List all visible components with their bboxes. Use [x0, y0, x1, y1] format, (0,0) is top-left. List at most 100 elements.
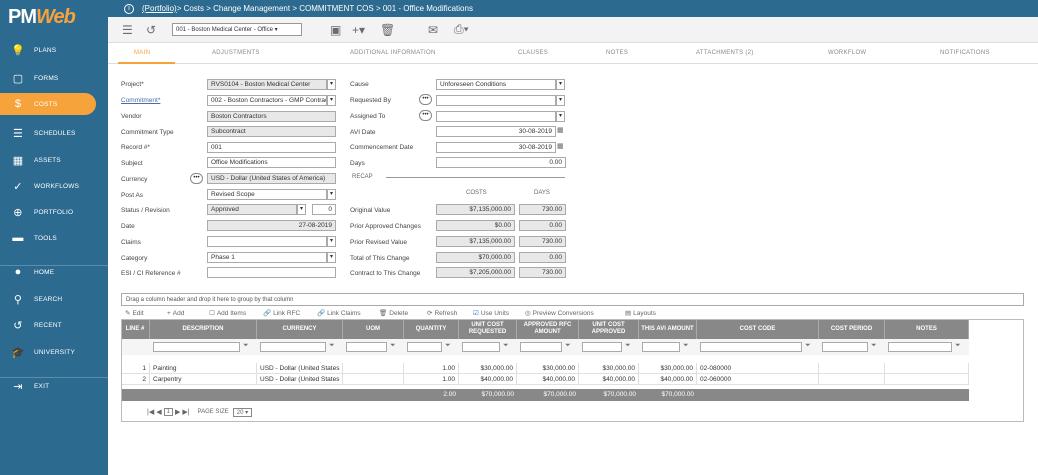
sidebar-item-recent[interactable]: ↺ RECENT	[0, 314, 108, 336]
tab-attachments[interactable]: ATTACHMENTS (2)	[696, 50, 754, 56]
info-icon[interactable]: i	[124, 3, 134, 14]
grid-column-header[interactable]: NOTES	[885, 319, 969, 339]
project-select[interactable]: 001 - Boston Medical Center - Office ▾	[172, 23, 302, 36]
pmweb-logo[interactable]: PMWeb	[0, 0, 108, 42]
grid-column-header[interactable]: APPROVED RFC AMOUNT	[517, 319, 579, 339]
first-page-icon[interactable]: |◀	[147, 408, 154, 416]
days-field[interactable]: 0.00	[436, 157, 566, 168]
sidebar-item-portfolio[interactable]: ⊕ PORTFOLIO	[0, 201, 108, 223]
status-dropdown-icon[interactable]: ▾	[297, 204, 306, 215]
sidebar-item-university[interactable]: 🎓 UNIVERSITY	[0, 341, 108, 363]
grid-filter-input[interactable]	[582, 342, 622, 352]
next-page-icon[interactable]: ▶	[175, 408, 180, 416]
tab-notes[interactable]: NOTES	[606, 50, 628, 56]
grid-filter-input[interactable]	[346, 342, 387, 352]
prev-page-icon[interactable]: ◀	[156, 408, 161, 416]
group-by-drop-zone[interactable]: Drag a column header and drop it here to…	[121, 293, 1024, 306]
add-icon[interactable]: +▾	[352, 22, 365, 37]
filter-icon[interactable]: ⏷	[565, 342, 571, 350]
filter-icon[interactable]: ⏷	[683, 342, 689, 350]
requested-by-lookup-icon[interactable]: •••	[419, 94, 432, 105]
claims-field[interactable]	[207, 236, 327, 247]
record-field[interactable]: 001	[207, 142, 336, 153]
grid-column-header[interactable]: THIS AVI AMOUNT	[639, 319, 697, 339]
grid-column-header[interactable]: COST CODE	[697, 319, 819, 339]
post-as-field[interactable]: Revised Scope	[207, 189, 327, 200]
grid-use-units-button[interactable]: ☑ Use Units	[473, 309, 509, 318]
grid-preview-conversions-button[interactable]: ◎ Preview Conversions	[525, 309, 594, 318]
last-page-icon[interactable]: ▶|	[182, 408, 189, 416]
tab-notifications[interactable]: NOTIFICATIONS	[940, 50, 990, 56]
grid-filter-input[interactable]	[260, 342, 326, 352]
delete-icon[interactable]: 🗑	[380, 22, 395, 37]
cause-dropdown-icon[interactable]: ▾	[556, 79, 565, 90]
grid-delete-button[interactable]: 🗑 Delete	[379, 309, 408, 318]
tab-workflow[interactable]: WORKFLOW	[828, 50, 866, 56]
commitment-field[interactable]: 002 - Boston Contractors - GMP Contract	[207, 95, 327, 106]
table-row[interactable]: 2 Carpentry USD - Dollar (United States 1.0…	[121, 374, 969, 385]
table-row[interactable]: 1 Painting USD - Dollar (United States 1.00…	[121, 363, 969, 374]
grid-filter-input[interactable]	[407, 342, 442, 352]
avi-date-field[interactable]: 30-08-2019	[436, 126, 556, 137]
sidebar-item-exit[interactable]: ⇥ EXIT	[0, 375, 108, 397]
filter-icon[interactable]: ⏷	[625, 342, 631, 350]
sidebar-item-search[interactable]: ⚲ SEARCH	[0, 288, 108, 310]
assigned-to-dropdown-icon[interactable]: ▾	[556, 111, 565, 122]
tab-main[interactable]: MAIN	[134, 50, 150, 56]
sidebar-item-costs[interactable]: $ COSTS	[0, 93, 96, 115]
save-icon[interactable]: ▣	[330, 22, 341, 37]
project-field[interactable]: RVS0104 - Boston Medical Center	[207, 79, 327, 90]
print-icon[interactable]: ⎙▾	[454, 22, 469, 37]
grid-refresh-button[interactable]: ⟳ Refresh	[427, 309, 457, 318]
grid-column-header[interactable]: QUANTITY	[404, 319, 459, 339]
calendar-icon[interactable]: ▦	[557, 142, 564, 150]
filter-icon[interactable]: ⏷	[805, 342, 811, 350]
filter-icon[interactable]: ⏷	[243, 342, 249, 350]
revision-field[interactable]: 0	[312, 204, 336, 215]
subject-field[interactable]: Office Modifications	[207, 157, 336, 168]
requested-by-field[interactable]	[436, 95, 556, 106]
grid-link-rfc-button[interactable]: 🔗 Link RFC	[263, 309, 300, 318]
claims-dropdown-icon[interactable]: ▾	[327, 236, 336, 247]
grid-column-header[interactable]: UNIT COST APPROVED	[579, 319, 639, 339]
grid-column-header[interactable]: UOM	[343, 319, 404, 339]
filter-icon[interactable]: ⏷	[445, 342, 451, 350]
email-icon[interactable]: ✉	[428, 22, 438, 37]
commencement-date-field[interactable]: 30-08-2019	[436, 142, 556, 153]
sidebar-item-schedules[interactable]: ☰ SCHEDULES	[0, 122, 108, 144]
breadcrumb-portfolio-link[interactable]: (Portfolio)	[142, 4, 177, 13]
assigned-to-lookup-icon[interactable]: •••	[419, 110, 432, 121]
filter-icon[interactable]: ⏷	[955, 342, 961, 350]
tab-clauses[interactable]: CLAUSES	[518, 50, 548, 56]
category-dropdown-icon[interactable]: ▾	[327, 252, 336, 263]
grid-filter-input[interactable]	[462, 342, 500, 352]
filter-icon[interactable]: ⏷	[503, 342, 509, 350]
list-view-icon[interactable]: ☰	[122, 22, 133, 37]
sidebar-item-forms[interactable]: ▢ FORMS	[0, 67, 108, 89]
grid-column-header[interactable]: CURRENCY	[257, 319, 343, 339]
grid-filter-input[interactable]	[642, 342, 680, 352]
history-icon[interactable]: ↺	[146, 22, 156, 37]
filter-icon[interactable]: ⏷	[329, 342, 335, 350]
sidebar-item-workflows[interactable]: ✓ WORKFLOWS	[0, 175, 108, 197]
grid-column-header[interactable]: LINE #	[121, 319, 150, 339]
post-as-dropdown-icon[interactable]: ▾	[327, 189, 336, 200]
project-dropdown-icon[interactable]: ▾	[327, 79, 336, 90]
grid-filter-input[interactable]	[888, 342, 952, 352]
sidebar-item-assets[interactable]: ▦ ASSETS	[0, 149, 108, 171]
commitment-dropdown-icon[interactable]: ▾	[327, 95, 336, 106]
grid-add-items-button[interactable]: ☐ Add Items	[209, 309, 246, 318]
grid-column-header[interactable]: DESCRIPTION	[150, 319, 257, 339]
cause-field[interactable]: Unforeseen Conditions	[436, 79, 556, 90]
tab-additional-information[interactable]: ADDITIONAL INFORMATION	[350, 50, 436, 56]
grid-add-button[interactable]: + Add	[167, 310, 184, 317]
sidebar-item-plans[interactable]: 💡 PLANS	[0, 39, 108, 61]
requested-by-dropdown-icon[interactable]: ▾	[556, 95, 565, 106]
grid-filter-input[interactable]	[520, 342, 562, 352]
page-size-select[interactable]: 20 ▾	[232, 407, 253, 417]
filter-icon[interactable]: ⏷	[390, 342, 396, 350]
grid-layouts-button[interactable]: ▤ Layouts	[625, 309, 656, 318]
esi-field[interactable]	[207, 267, 336, 278]
tab-adjustments[interactable]: ADJUSTMENTS	[212, 50, 260, 56]
grid-column-header[interactable]: UNIT COST REQUESTED	[459, 319, 517, 339]
